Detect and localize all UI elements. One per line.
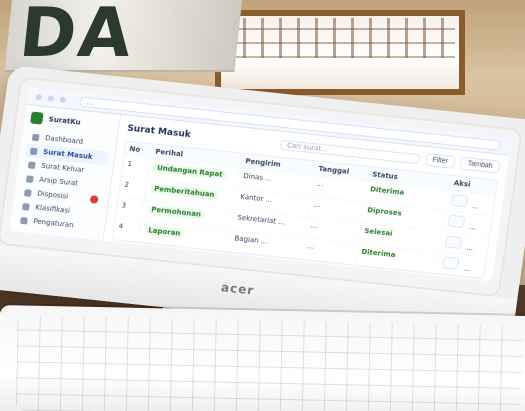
outbox-icon <box>27 160 36 169</box>
window-bars <box>225 18 455 58</box>
browser-dot <box>47 94 55 102</box>
row-no: 1 <box>121 156 151 180</box>
tag-icon <box>22 202 30 211</box>
notification-badge <box>89 195 99 204</box>
sidebar-item-label: Dashboard <box>44 134 84 146</box>
inbox-icon <box>29 147 38 155</box>
row-actions <box>437 252 486 279</box>
photo-scene: DA ... SuratKu Dashboard Surat Masuk Sur… <box>0 0 525 411</box>
keyboard-keys <box>15 315 523 411</box>
forward-icon <box>23 188 32 197</box>
app-logo-icon <box>30 111 44 125</box>
archive-icon <box>25 174 34 183</box>
gear-icon <box>20 216 29 225</box>
search-placeholder: Cari surat... <box>286 140 329 154</box>
row-perihal-pill: Laporan <box>143 224 186 240</box>
page-title: Surat Masuk <box>126 123 192 140</box>
row-no: 4 <box>112 218 142 243</box>
monitor-screen: ... SuratKu Dashboard Surat Masuk Surat … <box>8 87 512 282</box>
address-text: ... <box>86 97 94 107</box>
add-button[interactable]: Tambah <box>459 156 501 174</box>
keyboard <box>0 305 525 411</box>
dashboard-icon <box>31 133 40 141</box>
sidebar-item-label: Klasifikasi <box>34 203 71 215</box>
wall-sign-text: DA <box>15 0 138 73</box>
view-icon[interactable] <box>441 256 460 270</box>
app-brand: SuratKu <box>30 111 113 132</box>
row-perihal-pill: Pemberitahuan <box>149 183 220 201</box>
view-icon[interactable] <box>444 235 463 250</box>
sidebar: SuratKu Dashboard Surat Masuk Surat Kelu… <box>8 104 122 241</box>
sidebar-item-label: Pengaturan <box>32 217 75 230</box>
view-icon[interactable] <box>450 193 469 208</box>
row-no: 2 <box>118 177 148 201</box>
edit-icon[interactable] <box>465 237 484 252</box>
browser-dot <box>59 95 67 103</box>
browser-dot <box>35 93 43 100</box>
view-icon[interactable] <box>447 214 466 229</box>
sidebar-item-label: Surat Keluar <box>40 161 85 175</box>
row-no: 3 <box>115 198 145 222</box>
row-perihal-pill: Permohonan <box>146 204 206 221</box>
edit-icon[interactable] <box>463 258 481 273</box>
edit-icon[interactable] <box>468 216 487 231</box>
filter-button[interactable]: Filter <box>424 152 456 169</box>
sidebar-item-label: Arsip Surat <box>38 175 79 188</box>
sidebar-item-label: Disposisi <box>36 189 69 201</box>
app-name: SuratKu <box>48 115 82 127</box>
row-perihal-pill: Undangan Rapat <box>152 162 228 181</box>
row-tanggal: … <box>301 238 359 266</box>
edit-icon[interactable] <box>471 196 490 210</box>
